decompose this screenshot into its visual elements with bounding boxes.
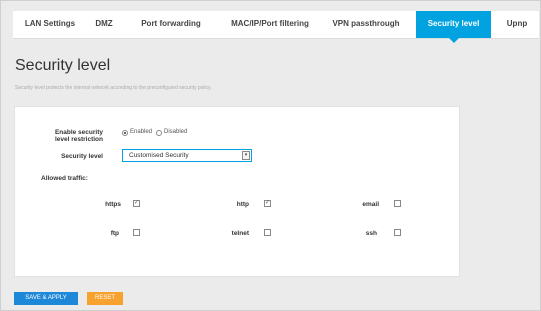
traffic-ftp-checkbox[interactable] [133,229,140,236]
tab-port-forwarding[interactable]: Port forwarding [132,11,210,38]
radio-disabled[interactable] [156,130,162,136]
tab-dmz[interactable]: DMZ [87,11,121,38]
security-level-label: Security level [61,153,103,160]
tab-upnp[interactable]: Upnp [497,11,537,38]
traffic-telnet-checkbox[interactable] [264,229,271,236]
restriction-label: Enable security level restriction [23,129,103,143]
traffic-ssh-checkbox[interactable] [394,229,401,236]
traffic-email-label: email [362,201,379,208]
traffic-https-label: https [105,201,121,208]
traffic-email-checkbox[interactable] [394,200,401,207]
radio-enabled[interactable] [122,130,128,136]
radio-enabled-label[interactable]: Enabled [130,129,152,135]
traffic-ftp-label: ftp [110,230,119,237]
radio-disabled-label[interactable]: Disabled [164,129,187,135]
security-settings-panel: Enable security level restriction Enable… [14,106,460,277]
traffic-telnet-label: telnet [231,230,249,237]
traffic-ssh-label: ssh [365,230,377,237]
security-level-value: Customised Security [129,152,189,159]
router-settings-page: LAN Settings DMZ Port forwarding MAC/IP/… [0,0,541,311]
check-icon: ✓ [265,200,271,206]
check-icon: ✓ [134,200,140,206]
traffic-http-label: http [236,201,249,208]
tab-security-level[interactable]: Security level [416,11,491,43]
tab-mac-ip-port-filtering[interactable]: MAC/IP/Port filtering [221,11,319,38]
page-description: Security level protects the internal net… [15,85,212,91]
tab-bar: LAN Settings DMZ Port forwarding MAC/IP/… [13,11,539,43]
page-title: Security level [15,57,111,74]
traffic-https-checkbox[interactable]: ✓ [133,200,140,207]
tab-lan-settings[interactable]: LAN Settings [21,11,79,38]
restriction-label-line1: Enable security [54,129,103,136]
restriction-label-line2: level restriction [54,136,103,143]
traffic-http-checkbox[interactable]: ✓ [264,200,271,207]
reset-button[interactable]: RESET [87,292,123,305]
security-level-select[interactable]: Customised Security ▾ [122,149,252,162]
tab-vpn-passthrough[interactable]: VPN passthrough [325,11,407,38]
allowed-traffic-label: Allowed traffic: [41,175,88,182]
save-apply-button[interactable]: SAVE & APPLY [14,292,78,305]
chevron-down-icon[interactable]: ▾ [242,151,250,160]
